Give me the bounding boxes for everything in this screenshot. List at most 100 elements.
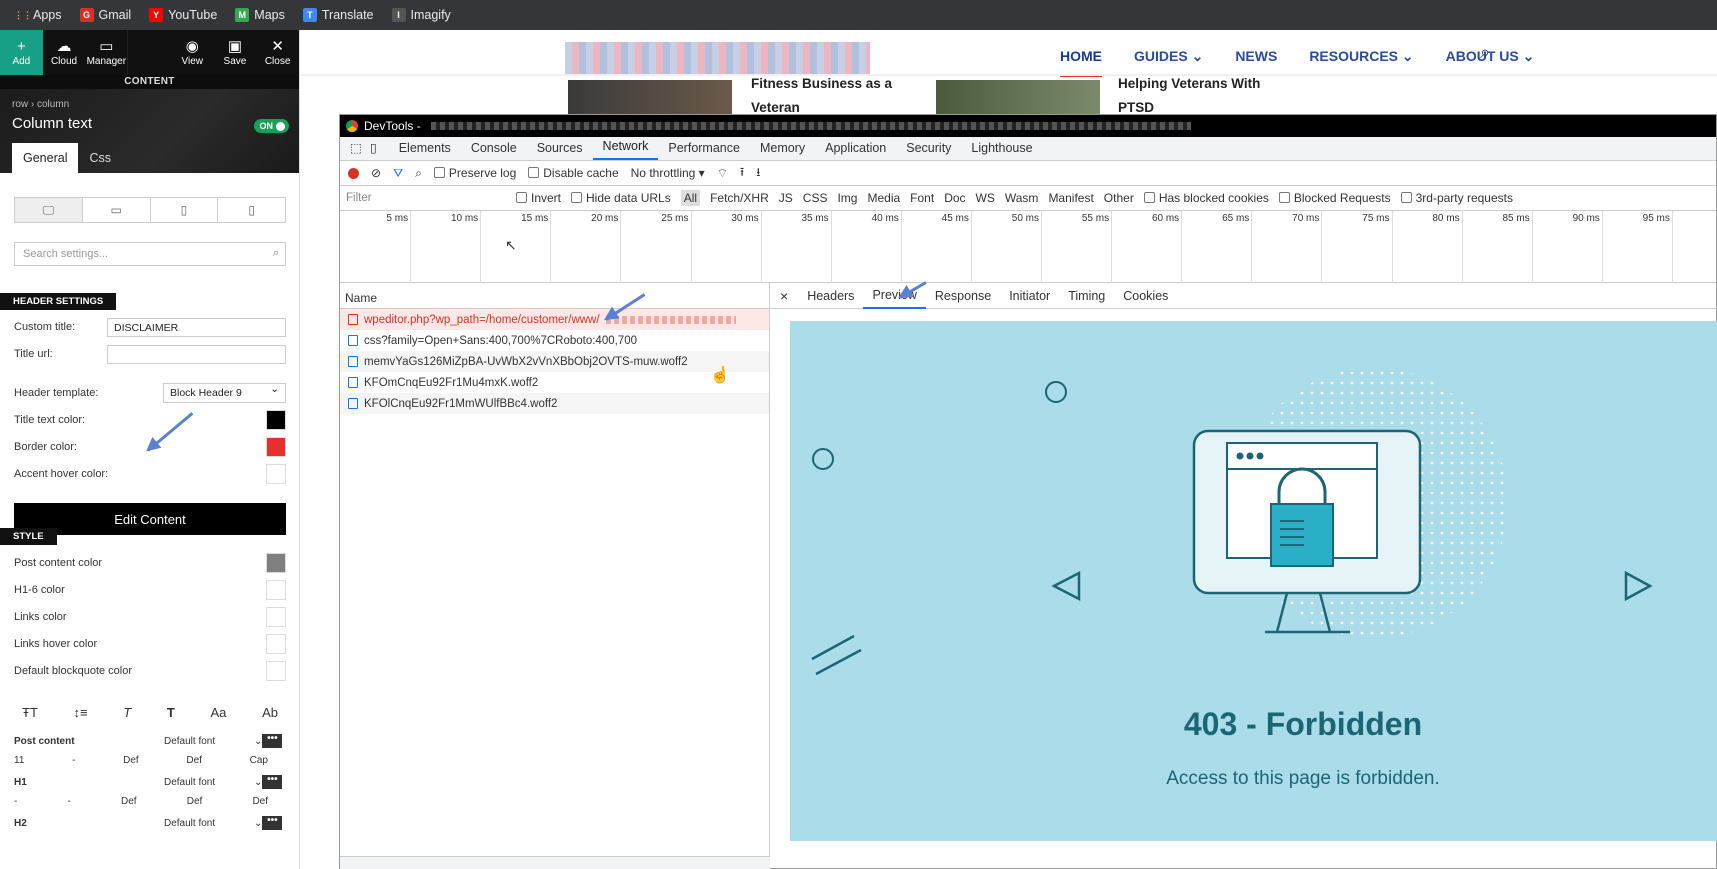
nav-item-resources[interactable]: RESOURCES ⌄ xyxy=(1309,48,1413,77)
cloud-button[interactable]: ☁ Cloud xyxy=(43,30,86,75)
tab-css[interactable]: Css xyxy=(78,143,122,173)
tab-response[interactable]: Response xyxy=(926,284,1000,308)
typo-value[interactable]: Def xyxy=(252,796,268,807)
add-button[interactable]: + Add xyxy=(0,30,43,75)
bookmark-gmail[interactable]: G Gmail xyxy=(79,8,131,22)
article-thumbnail[interactable] xyxy=(936,80,1100,114)
disable-cache-checkbox[interactable]: Disable cache xyxy=(528,166,619,180)
typo-value[interactable]: - xyxy=(72,755,75,766)
letter-spacing-icon[interactable]: Ab xyxy=(262,705,278,720)
filter-css[interactable]: CSS xyxy=(803,191,828,205)
request-row[interactable]: css?family=Open+Sans:400,700%7CRoboto:40… xyxy=(340,330,769,351)
article-title-2[interactable]: Helping Veterans With PTSD xyxy=(1118,72,1260,120)
request-row[interactable]: wpeditor.php?wp_path=/home/customer/www/ xyxy=(340,309,769,330)
tab-timing[interactable]: Timing xyxy=(1059,284,1114,308)
border-color-swatch[interactable] xyxy=(266,437,286,457)
close-icon[interactable]: × xyxy=(776,288,798,304)
request-row[interactable]: KFOlCnqEu92Fr1MmWUlfBBc4.woff2 xyxy=(340,393,769,414)
tab-memory[interactable]: Memory xyxy=(750,141,815,160)
search-icon[interactable]: ⌕ xyxy=(415,166,422,181)
filter-fetch-xhr[interactable]: Fetch/XHR xyxy=(710,191,769,205)
filter-manifest[interactable]: Manifest xyxy=(1048,191,1093,205)
request-row[interactable]: KFOmCnqEu92Fr1Mu4mxK.woff2 xyxy=(340,372,769,393)
bookmark-apps[interactable]: ⋮⋮ Apps xyxy=(14,8,62,22)
typo-value[interactable]: 11 xyxy=(14,755,24,766)
filter-invert[interactable]: Invert xyxy=(516,191,561,205)
filter-hide-data-urls[interactable]: Hide data URLs xyxy=(571,191,671,205)
italic-icon[interactable]: T xyxy=(123,705,131,720)
tab-performance[interactable]: Performance xyxy=(658,141,750,160)
typo-value[interactable]: Def xyxy=(187,796,203,807)
filter-font[interactable]: Font xyxy=(910,191,934,205)
blockquote-color-swatch[interactable] xyxy=(266,661,286,681)
filter-wasm[interactable]: Wasm xyxy=(1005,191,1039,205)
export-har-icon[interactable]: ⭳ xyxy=(756,163,760,184)
throttling-select[interactable]: No throttling ▾ xyxy=(631,166,705,180)
article-thumbnail[interactable] xyxy=(568,80,732,114)
filter-js[interactable]: JS xyxy=(779,191,793,205)
on-toggle[interactable]: ON xyxy=(253,119,289,133)
save-button[interactable]: ▣ Save xyxy=(214,30,257,75)
tab-sources[interactable]: Sources xyxy=(527,141,593,160)
h1-6-color-swatch[interactable] xyxy=(266,580,286,600)
filter-doc[interactable]: Doc xyxy=(944,191,965,205)
article-title-1[interactable]: Fitness Business as a Veteran xyxy=(751,72,892,120)
tab-network[interactable]: Network xyxy=(592,139,659,160)
post-content-color-swatch[interactable] xyxy=(266,553,286,573)
manager-button[interactable]: ▭ Manager xyxy=(85,30,129,75)
title-url-input[interactable] xyxy=(107,345,286,364)
filter-img[interactable]: Img xyxy=(837,191,857,205)
filter-icon[interactable]: ⛛ xyxy=(393,166,403,181)
links-hover-color-swatch[interactable] xyxy=(266,634,286,654)
search-icon[interactable]: ⌕ xyxy=(1480,42,1490,63)
line-height-icon[interactable]: ↕≡ xyxy=(74,705,88,720)
tab-security[interactable]: Security xyxy=(896,141,961,160)
tab-application[interactable]: Application xyxy=(815,141,896,160)
preserve-log-checkbox[interactable]: Preserve log xyxy=(433,166,516,180)
tab-cookies[interactable]: Cookies xyxy=(1114,284,1177,308)
breadcrumb[interactable]: row › column xyxy=(12,99,69,110)
links-color-swatch[interactable] xyxy=(266,607,286,627)
device-toggle-icon[interactable]: ▯ xyxy=(366,140,389,160)
bookmark-youtube[interactable]: Y YouTube xyxy=(149,8,217,22)
bookmark-maps[interactable]: M Maps xyxy=(235,8,285,22)
tab-console[interactable]: Console xyxy=(461,141,527,160)
site-logo[interactable] xyxy=(565,42,870,74)
search-settings-input[interactable]: Search settings... ⌕ xyxy=(14,242,286,266)
accent-hover-color-swatch[interactable] xyxy=(266,464,286,484)
network-overview-timeline[interactable]: 5 ms 10 ms 15 ms 20 ms 25 ms 30 ms 35 ms 40 ms 4… xyxy=(340,211,1716,283)
bold-icon[interactable]: T xyxy=(167,705,175,720)
font-select[interactable]: Default font xyxy=(164,777,254,788)
filter-input[interactable]: Filter xyxy=(346,192,506,204)
tab-elements[interactable]: Elements xyxy=(389,141,461,160)
filter-other[interactable]: Other xyxy=(1104,191,1134,205)
nav-item-home[interactable]: HOME xyxy=(1060,48,1102,77)
phone-icon[interactable]: ▯ xyxy=(218,198,285,222)
custom-title-input[interactable]: DISCLAIMER xyxy=(107,318,286,337)
typo-value[interactable]: Def xyxy=(123,755,139,766)
font-size-icon[interactable]: ŦT xyxy=(22,705,38,720)
filter-3rd-party-requests[interactable]: 3rd-party requests xyxy=(1400,191,1513,205)
tablet-landscape-icon[interactable]: ▭ xyxy=(83,198,151,222)
title-text-color-swatch[interactable] xyxy=(266,410,286,430)
view-button[interactable]: ◉ View xyxy=(171,30,214,75)
more-icon[interactable]: ••• xyxy=(262,816,283,830)
filter-ws[interactable]: WS xyxy=(976,191,995,205)
record-icon[interactable] xyxy=(348,167,359,179)
typo-value[interactable]: Def xyxy=(186,755,202,766)
tab-headers[interactable]: Headers xyxy=(798,284,863,308)
typo-value[interactable]: Def xyxy=(121,796,137,807)
typo-value[interactable]: Cap xyxy=(250,755,268,766)
typo-value[interactable]: - xyxy=(68,796,71,807)
request-row[interactable]: memvYaGs126MiZpBA-UvWbX2vVnXBbObj2OVTS-m… xyxy=(340,351,769,372)
more-icon[interactable]: ••• xyxy=(262,734,283,748)
header-template-select[interactable]: Block Header 9 xyxy=(163,383,286,403)
text-case-icon[interactable]: Aa xyxy=(211,705,227,720)
clear-icon[interactable]: ⊘ xyxy=(371,166,381,180)
tab-lighthouse[interactable]: Lighthouse xyxy=(961,141,1042,160)
typo-value[interactable]: - xyxy=(14,796,17,807)
filter-blocked-requests[interactable]: Blocked Requests xyxy=(1278,191,1391,205)
import-har-icon[interactable]: ⭱ xyxy=(740,163,744,184)
inspect-icon[interactable]: ⬚ xyxy=(340,140,366,160)
bookmark-imagify[interactable]: I Imagify xyxy=(391,8,451,22)
